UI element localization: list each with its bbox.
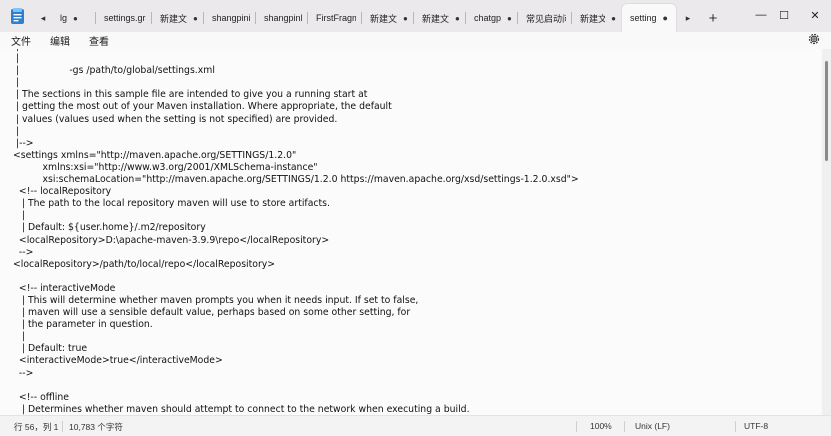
tab-label: chatgp (474, 13, 502, 23)
code-line: xmlns:xsi="http://www.w3.org/2001/XMLSch… (13, 161, 318, 173)
new-tab-button[interactable]: + (700, 4, 726, 32)
unsaved-dot-icon: ● (193, 13, 198, 23)
code-line: | (13, 125, 20, 137)
vertical-scrollbar[interactable] (822, 49, 831, 415)
character-count: 10,783 个字符 (69, 422, 123, 432)
code-line: | This will determine whether maven prom… (13, 294, 419, 306)
unsaved-dot-icon: ● (455, 13, 460, 23)
title-bar: ◂ lg ● settings.grac 新建文 ● shangpiniter … (0, 0, 831, 32)
code-line: | Default: true (13, 343, 88, 355)
tab-new-file-3[interactable]: 新建文 ● (414, 4, 466, 32)
code-line: <!-- offline (13, 391, 69, 403)
zoom-level[interactable]: 100% (590, 421, 612, 431)
tab-label: FirstFragmer (316, 13, 356, 23)
code-line: --> (13, 367, 34, 379)
code-line: | The sections in this sample file are i… (13, 89, 368, 101)
code-line: |--> (13, 137, 34, 149)
tab-label: 新建文 (422, 13, 450, 24)
code-line: | -gs /path/to/global/settings.xml (13, 65, 215, 77)
tab-new-file-2[interactable]: 新建文 ● (362, 4, 414, 32)
unsaved-dot-icon: ● (403, 13, 408, 23)
status-divider (624, 421, 625, 432)
tab-new-file-1[interactable]: 新建文 ● (152, 4, 204, 32)
tab-settings-active[interactable]: setting ● (622, 4, 676, 32)
tab-label: 新建文 (160, 13, 188, 24)
tab-chatgpt[interactable]: chatgp ● (466, 4, 518, 32)
code-line: | values (values used when the setting i… (13, 113, 338, 125)
code-line: | Default: ${user.home}/.m2/repository (13, 222, 206, 234)
tab-startup-issues[interactable]: 常见启动问题 (518, 4, 572, 32)
tab-label: shangpiniter (212, 13, 250, 23)
tab-label: 新建文 (370, 13, 398, 24)
code-line: | (13, 77, 20, 89)
tab-settings-gradle[interactable]: settings.grac (96, 4, 152, 32)
code-line: | getting the most out of your Maven ins… (13, 101, 392, 113)
scrollbar-thumb[interactable] (825, 61, 828, 161)
tab-label: settings.grac (104, 13, 146, 23)
unsaved-dot-icon: ● (611, 13, 616, 23)
code-line: <settings xmlns="http://maven.apache.org… (13, 149, 297, 161)
tab-label: 新建文 (580, 13, 606, 24)
cursor-position: 行 56，列 1 (14, 422, 59, 432)
scroll-tabs-right-icon[interactable]: ▸ (676, 4, 700, 32)
tab-shangpinrec[interactable]: shangpinRec (256, 4, 308, 32)
menu-edit[interactable]: 编辑 (39, 33, 70, 48)
line-ending[interactable]: Unix (LF) (635, 421, 670, 431)
code-line: | maven will use a sensible default valu… (13, 307, 411, 319)
tab-firstfragment[interactable]: FirstFragmer (308, 4, 362, 32)
gear-icon[interactable] (807, 32, 821, 46)
code-line: | The path to the local repository maven… (13, 198, 330, 210)
code-line: <!-- localRepository (13, 186, 112, 198)
encoding[interactable]: UTF-8 (744, 421, 768, 431)
code-line: | Determines whether maven should attemp… (13, 403, 470, 415)
tab-label: lg (60, 13, 68, 23)
tab-strip: ◂ lg ● settings.grac 新建文 ● shangpiniter … (34, 4, 726, 32)
code-line: <interactiveMode>true</interactiveMode> (13, 355, 223, 367)
code-line: | the parameter in question. (13, 319, 153, 331)
close-window-button[interactable]: ✕ (792, 0, 831, 30)
code-line: <localRepository>/path/to/local/repo</lo… (13, 258, 276, 270)
menu-file[interactable]: 文件 (0, 33, 31, 48)
code-line: <localRepository>D:\apache-maven-3.9.9\r… (13, 234, 330, 246)
status-bar: 行 56，列 1 10,783 个字符 100% Unix (LF) UTF-8 (0, 415, 831, 436)
notepad-app-icon (11, 8, 24, 24)
status-divider (576, 421, 577, 432)
code-line: --> (13, 246, 34, 258)
code-line: | (13, 210, 25, 222)
unsaved-dot-icon: ● (73, 13, 78, 23)
unsaved-dot-icon: ● (507, 13, 512, 23)
text-editor[interactable]: | | | -gs /path/to/global/settings.xml |… (0, 49, 822, 415)
code-line: <!-- interactiveMode (13, 282, 116, 294)
status-divider (62, 421, 63, 432)
document-text[interactable]: | | | -gs /path/to/global/settings.xml |… (13, 49, 579, 415)
tab-new-file-4[interactable]: 新建文 ● (572, 4, 622, 32)
tab-shangpiniter[interactable]: shangpiniter (204, 4, 256, 32)
code-line: | (13, 331, 25, 343)
status-divider (735, 421, 736, 432)
tab-label: 常见启动问题 (526, 13, 566, 24)
tab-lg[interactable]: lg ● (52, 4, 96, 32)
menu-view[interactable]: 查看 (78, 33, 109, 48)
tab-label: shangpinRec (264, 13, 302, 23)
code-line: xsi:schemaLocation="http://maven.apache.… (13, 174, 579, 186)
scroll-tabs-left-icon[interactable]: ◂ (34, 4, 52, 32)
unsaved-dot-icon: ● (662, 13, 668, 23)
menu-bar: 文件 编辑 查看 (0, 32, 831, 49)
tab-label: setting (630, 13, 657, 23)
code-line: | (13, 53, 20, 65)
